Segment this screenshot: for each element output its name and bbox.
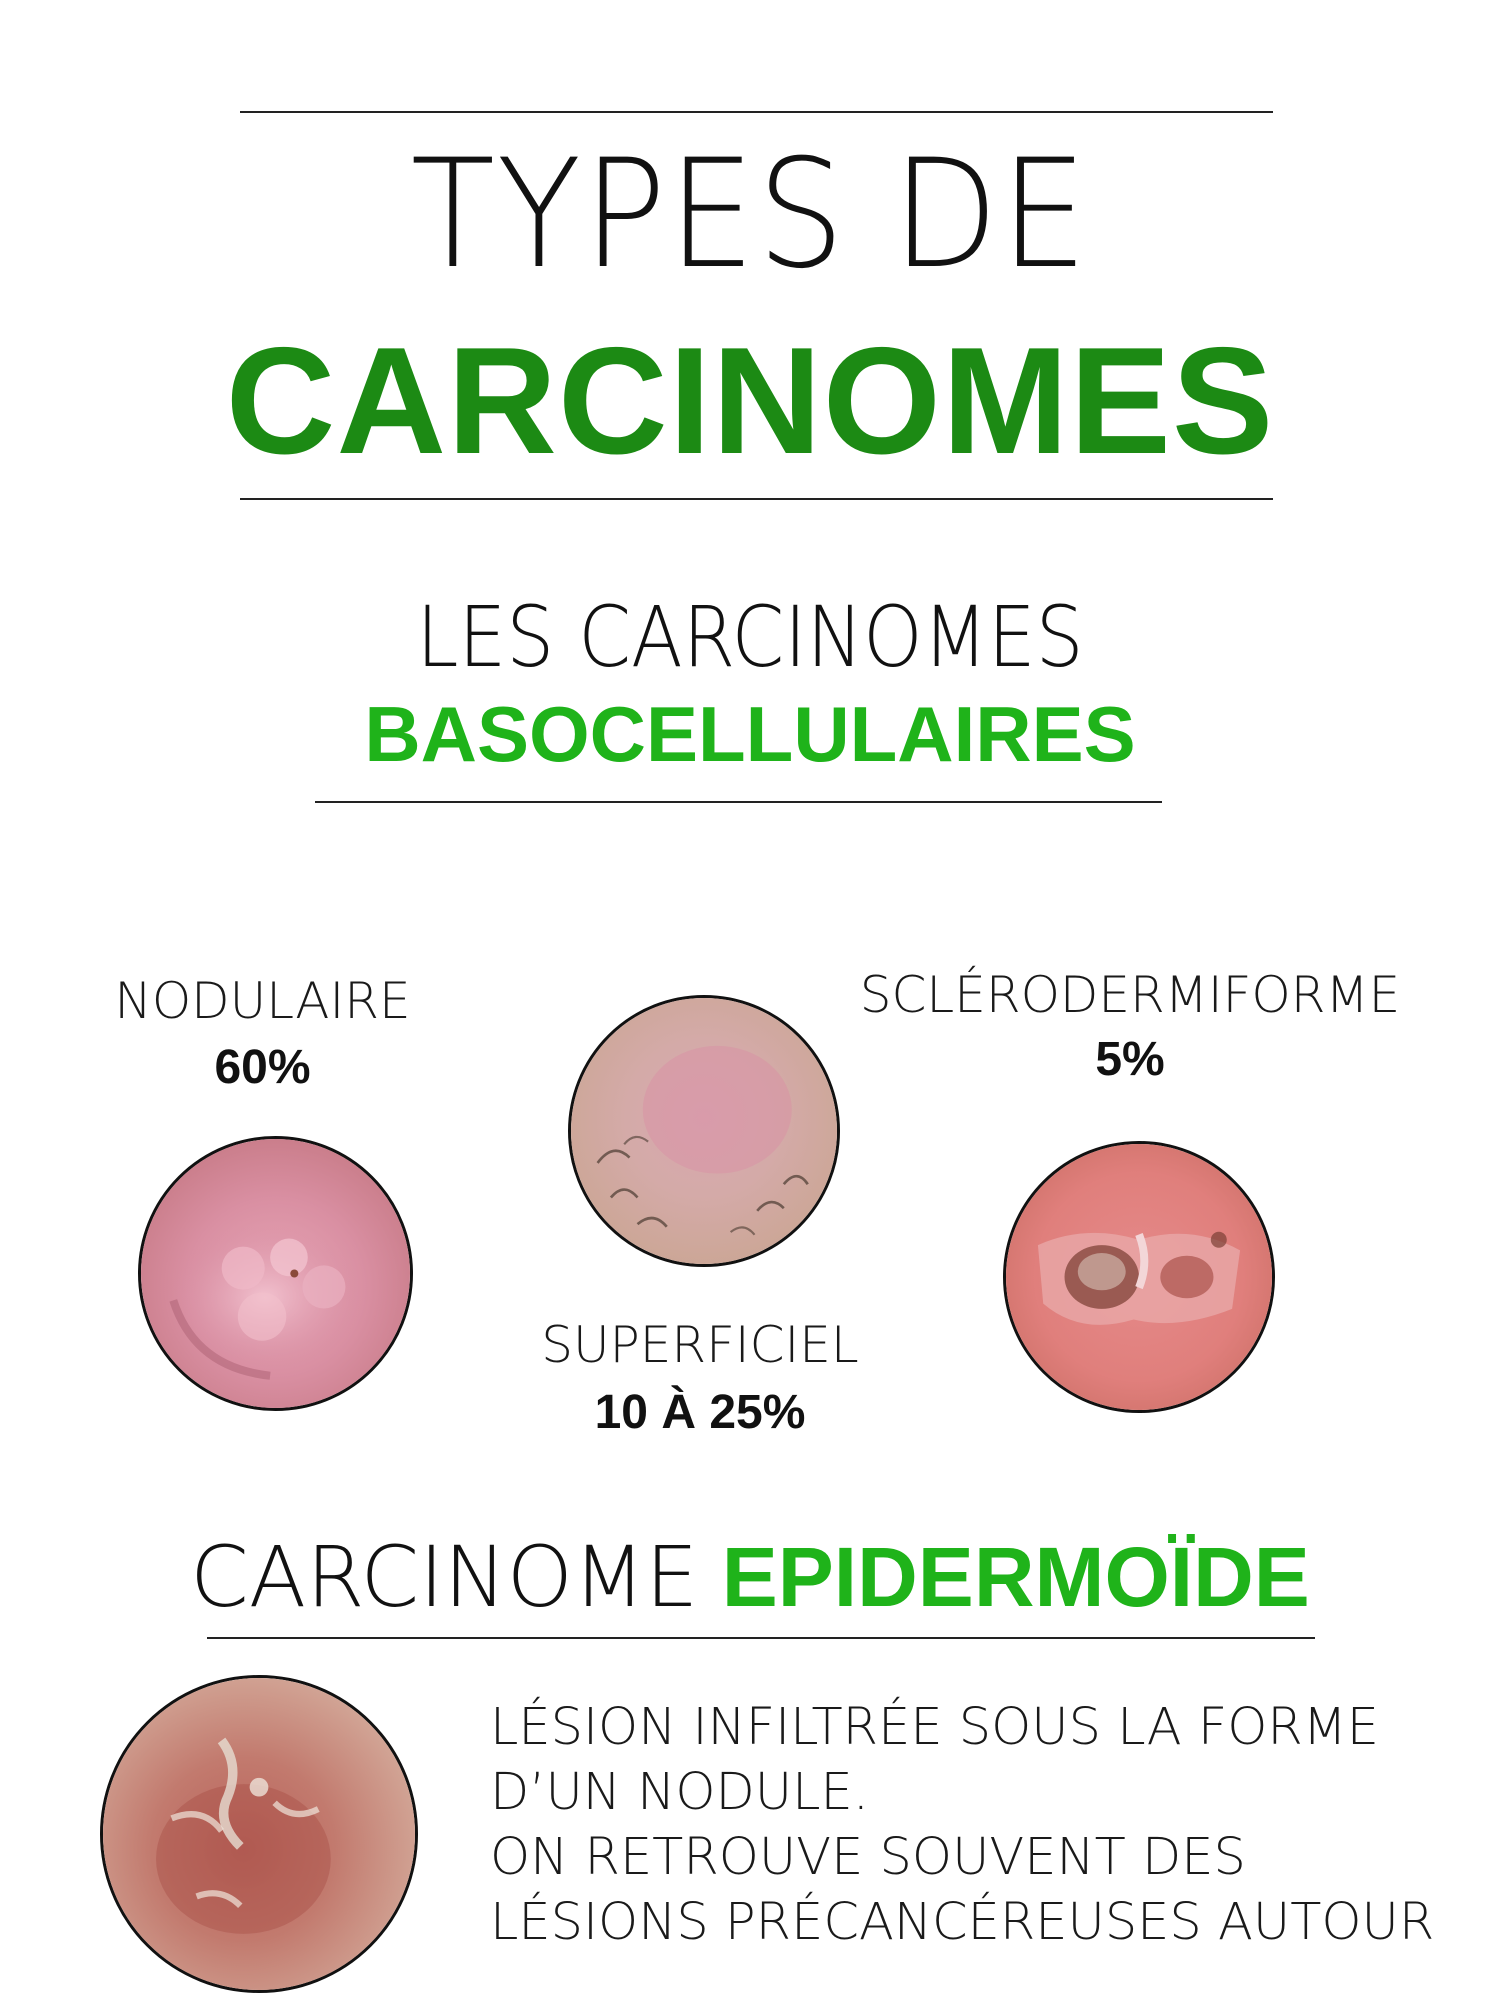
section-rule (315, 801, 1162, 803)
sclerodermiform-lesion-photo (1003, 1141, 1275, 1413)
description-line: LÉSIONS PRÉCANCÉREUSES AUTOUR (490, 1893, 1435, 1952)
title-bottom-rule (240, 498, 1273, 500)
sclerodermiform-percent: 5% (1095, 1033, 1165, 1086)
sclerodermiform-label: SCLÉRODERMIFORME (859, 966, 1401, 1024)
page-title-line1: TYPES DE (410, 128, 1090, 302)
superficial-percent: 10 À 25% (594, 1386, 806, 1439)
superficial-label: SUPERFICIEL (541, 1316, 859, 1374)
epidermoid-description: LÉSION INFILTRÉE SOUS LA FORME D’UN NODU… (490, 1695, 1490, 1955)
epidermoid-heading-bold: EPIDERMOÏDE (721, 1530, 1310, 1624)
section-heading-line2: BASOCELLULAIRES (364, 690, 1136, 778)
nodular-label: NODULAIRE (114, 972, 411, 1030)
description-line: ON RETROUVE SOUVENT DES (490, 1828, 1246, 1887)
top-rule (240, 111, 1273, 113)
section-heading-line1: LES CARCINOMES (416, 588, 1084, 686)
page-title-line2: CARCINOMES (225, 316, 1275, 486)
epidermoid-rule (207, 1637, 1315, 1639)
description-line: D’UN NODULE. (490, 1763, 869, 1822)
epidermoid-heading: CARCINOME EPIDERMOÏDE (0, 1535, 1500, 1619)
description-line: LÉSION INFILTRÉE SOUS LA FORME (490, 1698, 1380, 1757)
epidermoid-heading-light: CARCINOME (190, 1528, 699, 1626)
nodular-percent: 60% (214, 1041, 311, 1094)
epidermoid-lesion-photo (100, 1675, 418, 1993)
superficial-lesion-photo (568, 995, 840, 1267)
nodular-lesion-photo (138, 1136, 413, 1411)
